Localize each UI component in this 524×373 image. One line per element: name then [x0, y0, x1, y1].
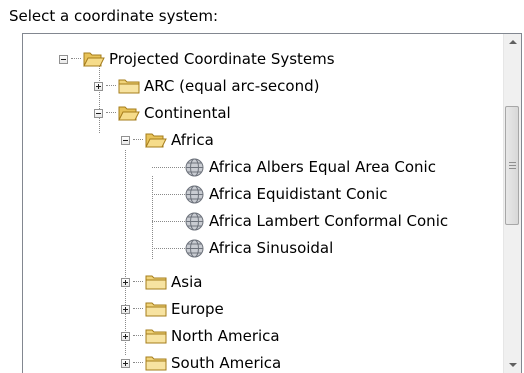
collapse-icon[interactable] [94, 108, 103, 118]
tree-connector [133, 281, 143, 283]
scrollbar-thumb[interactable] [505, 106, 519, 225]
tree-node-label: North America [171, 327, 280, 345]
tree-guide-line [152, 167, 185, 168]
tree-leaf-africa-lambert[interactable]: Africa Lambert Conformal Conic [185, 208, 448, 234]
grip-icon [509, 168, 516, 169]
tree-node-europe[interactable]: Europe [121, 296, 224, 322]
tree-node-south-america[interactable]: South America [121, 350, 281, 373]
folder-icon [145, 302, 167, 316]
tree-node-projected-coordinate-systems[interactable]: Projected Coordinate Systems [59, 46, 335, 72]
tree-connector [133, 362, 143, 364]
globe-icon [185, 239, 204, 257]
expand-icon[interactable] [121, 358, 130, 368]
expand-icon[interactable] [121, 304, 130, 314]
vertical-scrollbar[interactable] [503, 34, 521, 373]
tree-guide-line [152, 176, 153, 259]
tree-guide-line [152, 194, 185, 195]
tree-leaf-africa-equidistant[interactable]: Africa Equidistant Conic [185, 181, 388, 207]
tree-guide-line [152, 221, 185, 222]
globe-icon [185, 185, 204, 203]
scroll-up-button[interactable] [504, 34, 521, 51]
tree-node-label: Asia [171, 273, 203, 291]
tree-node-label: Africa [171, 131, 214, 149]
tree-node-label: Projected Coordinate Systems [109, 50, 335, 68]
expand-icon[interactable] [94, 81, 103, 91]
tree-node-label: Europe [171, 300, 224, 318]
tree-leaf-africa-sinusoidal[interactable]: Africa Sinusoidal [185, 235, 333, 261]
grip-icon [509, 162, 516, 163]
tree-connector [133, 335, 143, 337]
coordinate-system-tree[interactable]: Projected Coordinate Systems ARC (equal … [22, 33, 522, 373]
scroll-down-button[interactable] [504, 356, 521, 373]
tree-node-label: Africa Sinusoidal [209, 239, 334, 257]
tree-node-africa[interactable]: Africa [121, 127, 214, 153]
tree-node-label: Africa Equidistant Conic [209, 185, 388, 203]
open-folder-icon [83, 52, 105, 66]
folder-icon [145, 275, 167, 289]
prompt-label: Select a coordinate system: [9, 7, 219, 25]
tree-content: Projected Coordinate Systems ARC (equal … [23, 34, 504, 373]
folder-icon [118, 79, 140, 93]
expand-icon[interactable] [121, 331, 130, 341]
chevron-down-icon [509, 363, 517, 367]
tree-leaf-africa-albers[interactable]: Africa Albers Equal Area Conic [185, 154, 436, 180]
folder-icon [145, 356, 167, 370]
globe-icon [185, 158, 204, 176]
tree-connector [106, 112, 116, 114]
tree-connector [106, 85, 116, 87]
open-folder-icon [145, 133, 167, 147]
globe-icon [185, 212, 204, 230]
collapse-icon[interactable] [59, 54, 68, 64]
grip-icon [509, 165, 516, 166]
tree-node-continental[interactable]: Continental [94, 100, 231, 126]
tree-connector [133, 308, 143, 310]
chevron-up-icon [509, 40, 517, 44]
tree-connector [71, 58, 81, 60]
tree-node-label: Continental [144, 104, 231, 122]
expand-icon[interactable] [121, 277, 130, 287]
tree-node-north-america[interactable]: North America [121, 323, 280, 349]
tree-node-label: South America [171, 354, 282, 372]
tree-node-label: Africa Albers Equal Area Conic [209, 158, 436, 176]
tree-node-label: ARC (equal arc-second) [144, 77, 320, 95]
folder-icon [145, 329, 167, 343]
open-folder-icon [118, 106, 140, 120]
tree-node-asia[interactable]: Asia [121, 269, 202, 295]
tree-node-arc[interactable]: ARC (equal arc-second) [94, 73, 319, 99]
tree-node-label: Africa Lambert Conformal Conic [209, 212, 449, 230]
tree-guide-line [152, 248, 185, 249]
tree-connector [133, 139, 143, 141]
collapse-icon[interactable] [121, 135, 130, 145]
